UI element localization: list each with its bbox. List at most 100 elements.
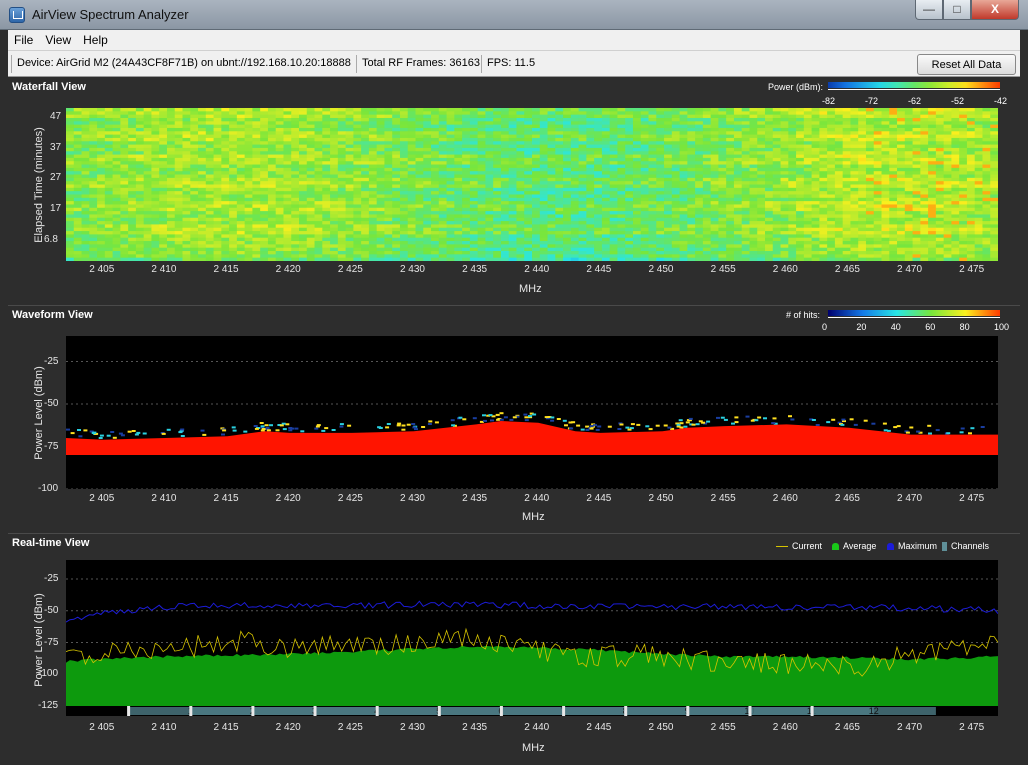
heatmap-cell <box>205 224 214 229</box>
waterfall-title: Waterfall View <box>12 81 86 93</box>
menu-help[interactable]: Help <box>77 30 114 51</box>
heatmap-cell <box>920 227 929 232</box>
heatmap-cell <box>532 154 541 159</box>
heatmap-cell <box>524 214 533 219</box>
heatmap-cell <box>555 111 564 116</box>
heatmap-cell <box>81 227 90 232</box>
heatmap-cell <box>267 187 277 192</box>
heatmap-cell <box>485 141 494 145</box>
heatmap-cell <box>578 144 587 149</box>
heatmap-cell <box>640 167 649 172</box>
heatmap-cell <box>166 167 176 172</box>
heatmap-cell <box>563 164 572 169</box>
heatmap-cell <box>601 141 611 145</box>
close-button[interactable]: X <box>971 0 1019 20</box>
heatmap-cell <box>928 134 937 139</box>
heatmap-cell <box>120 131 129 136</box>
heatmap-cell <box>174 191 183 195</box>
heatmap-cell <box>990 191 998 195</box>
heatmap-cell <box>920 161 929 165</box>
heatmap-cell <box>601 144 611 149</box>
heatmap-cell <box>803 181 812 185</box>
heatmap-cell <box>120 137 129 142</box>
heatmap-cell <box>733 117 743 122</box>
heatmap-cell <box>765 224 774 229</box>
heatmap-cell <box>897 131 906 136</box>
heatmap-cell <box>236 154 246 159</box>
minimize-button[interactable]: — <box>915 0 943 20</box>
heatmap-cell <box>423 234 432 239</box>
heatmap-cell <box>702 134 712 139</box>
heatmap-cell <box>966 217 976 222</box>
heatmap-cell <box>687 224 696 229</box>
heatmap-cell <box>267 161 277 165</box>
heatmap-cell <box>423 164 432 169</box>
heatmap-cell <box>733 241 743 245</box>
heatmap-cell <box>221 144 230 149</box>
title-bar[interactable]: AirView Spectrum Analyzer — □ X <box>0 0 1028 30</box>
heatmap-cell <box>306 161 315 165</box>
heatmap-cell <box>135 184 145 189</box>
heatmap-cell <box>850 227 859 232</box>
heatmap-cell <box>213 147 222 152</box>
heatmap-cell <box>749 137 758 142</box>
heatmap-cell <box>493 121 502 126</box>
heatmap-cell <box>726 167 735 172</box>
menu-view[interactable]: View <box>39 30 77 51</box>
heatmap-cell <box>345 244 354 249</box>
heatmap-cell <box>788 194 797 199</box>
heatmap-cell <box>850 237 859 242</box>
heatmap-cell <box>539 127 548 132</box>
heatmap-cell <box>850 114 859 119</box>
heatmap-cell <box>516 217 525 222</box>
heatmap-cell <box>151 237 160 242</box>
heatmap-cell <box>89 187 98 192</box>
heatmap-cell <box>959 204 968 209</box>
heatmap-cell <box>632 161 642 165</box>
waterfall-heatmap[interactable] <box>66 108 998 261</box>
heatmap-cell <box>555 237 564 242</box>
heatmap-cell <box>399 224 409 229</box>
maximize-button[interactable]: □ <box>943 0 971 20</box>
heatmap-cell <box>252 144 261 149</box>
heatmap-cell <box>151 204 160 209</box>
heatmap-cell <box>904 171 913 175</box>
heatmap-cell <box>834 227 844 232</box>
heatmap-cell <box>291 197 300 202</box>
heatmap-cell <box>236 207 246 212</box>
heatmap-cell <box>485 114 494 119</box>
heatmap-cell <box>741 147 750 152</box>
heatmap-cell <box>159 124 168 129</box>
heatmap-cell <box>640 154 649 159</box>
heatmap-cell <box>733 191 743 195</box>
heatmap-cell <box>330 161 339 165</box>
heatmap-cell <box>563 151 572 155</box>
heatmap-cell <box>299 207 308 212</box>
heatmap-cell <box>236 181 246 185</box>
heatmap-cell <box>399 134 409 139</box>
reset-all-data-button[interactable]: Reset All Data <box>917 54 1016 75</box>
heatmap-cell <box>81 164 90 169</box>
heatmap-cell <box>539 131 548 136</box>
heatmap-cell <box>765 234 774 239</box>
heatmap-cell <box>617 121 626 126</box>
heatmap-cell <box>796 167 805 172</box>
heatmap-cell <box>322 127 331 132</box>
heatmap-cell <box>570 161 579 165</box>
heatmap-cell <box>974 108 983 112</box>
heatmap-cell <box>656 157 665 162</box>
heatmap-cell <box>943 187 952 192</box>
heatmap-cell <box>959 201 968 205</box>
heatmap-cell <box>858 194 867 199</box>
heatmap-cell <box>796 108 805 112</box>
heatmap-cell <box>951 231 960 235</box>
heatmap-cell <box>454 134 463 139</box>
heatmap-cell <box>827 191 836 195</box>
heatmap-cell <box>943 108 952 112</box>
menu-file[interactable]: File <box>8 30 39 51</box>
heatmap-cell <box>811 114 820 119</box>
heatmap-cell <box>143 144 152 149</box>
heatmap-cell <box>904 224 913 229</box>
heatmap-cell <box>198 177 207 182</box>
heatmap-cell <box>120 221 129 225</box>
